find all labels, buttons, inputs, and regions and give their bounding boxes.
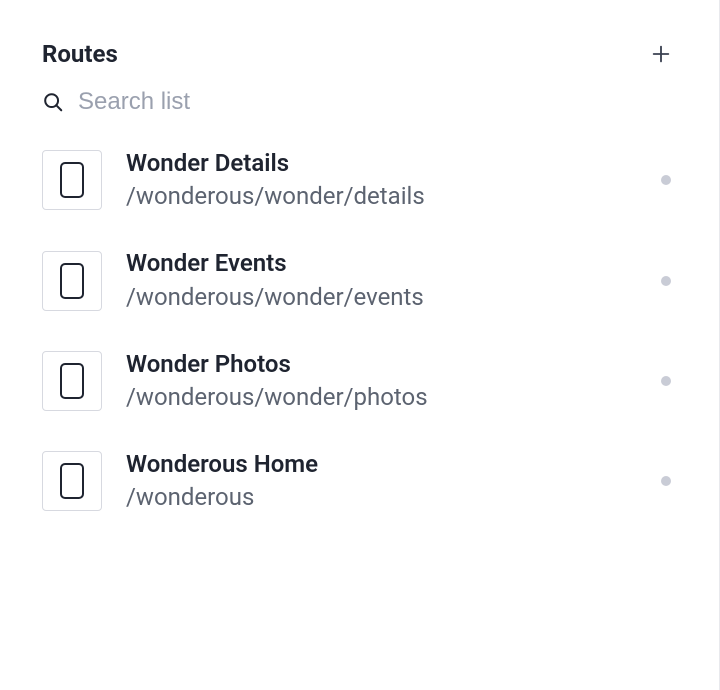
- panel-header: Routes: [42, 38, 677, 70]
- portrait-layout-icon: [42, 150, 102, 210]
- portrait-layout-icon: [42, 351, 102, 411]
- list-item[interactable]: Wonderous Home /wonderous: [42, 449, 677, 513]
- search-row: [42, 88, 677, 116]
- routes-list: Wonder Details /wonderous/wonder/details…: [42, 148, 677, 514]
- plus-icon: [650, 43, 672, 65]
- item-text: Wonderous Home /wonderous: [126, 449, 637, 513]
- list-item[interactable]: Wonder Details /wonderous/wonder/details: [42, 148, 677, 212]
- item-text: Wonder Events /wonderous/wonder/events: [126, 248, 637, 312]
- route-path: /wonderous/wonder/photos: [126, 382, 637, 413]
- status-indicator: [661, 376, 671, 386]
- route-title: Wonderous Home: [126, 449, 637, 480]
- route-path: /wonderous: [126, 482, 637, 513]
- route-title: Wonder Events: [126, 248, 637, 279]
- page-title: Routes: [42, 40, 118, 68]
- status-indicator: [661, 276, 671, 286]
- routes-panel: Routes Wonder Details /wonderous/wonder/…: [0, 0, 719, 552]
- add-route-button[interactable]: [645, 38, 677, 70]
- route-path: /wonderous/wonder/details: [126, 181, 637, 212]
- route-title: Wonder Photos: [126, 349, 637, 380]
- search-input[interactable]: [78, 88, 677, 116]
- item-text: Wonder Photos /wonderous/wonder/photos: [126, 349, 637, 413]
- status-indicator: [661, 476, 671, 486]
- search-icon: [42, 91, 64, 113]
- route-title: Wonder Details: [126, 148, 637, 179]
- list-item[interactable]: Wonder Events /wonderous/wonder/events: [42, 248, 677, 312]
- list-item[interactable]: Wonder Photos /wonderous/wonder/photos: [42, 349, 677, 413]
- item-text: Wonder Details /wonderous/wonder/details: [126, 148, 637, 212]
- portrait-layout-icon: [42, 251, 102, 311]
- route-path: /wonderous/wonder/events: [126, 282, 637, 313]
- portrait-layout-icon: [42, 451, 102, 511]
- status-indicator: [661, 175, 671, 185]
